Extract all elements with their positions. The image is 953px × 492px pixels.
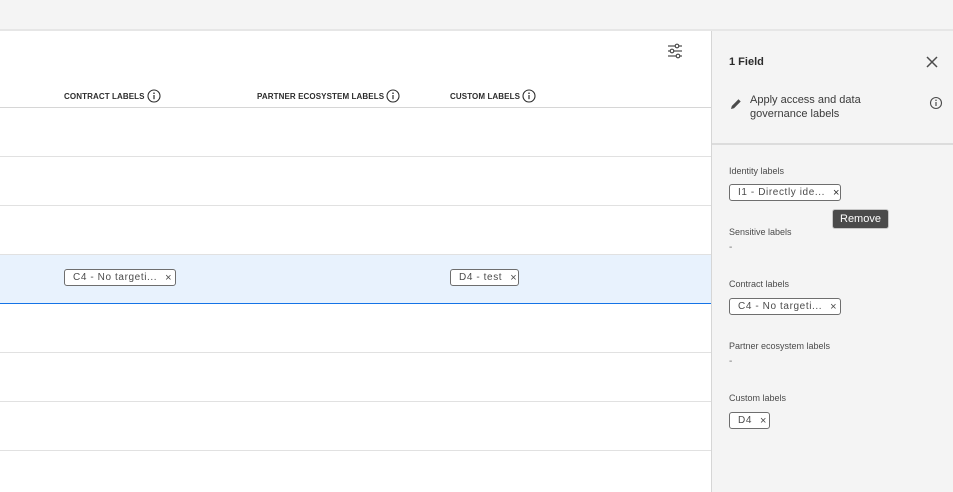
table-row[interactable]	[0, 206, 711, 255]
panel-divider	[712, 143, 953, 145]
remove-x-icon[interactable]: ×	[157, 272, 172, 284]
table-row[interactable]	[0, 402, 711, 451]
remove-x-icon[interactable]: ×	[752, 415, 767, 427]
column-header-custom-labels[interactable]: CUSTOM LABELS	[450, 89, 536, 103]
remove-x-icon[interactable]: ×	[502, 272, 517, 284]
table-row-selected[interactable]: C4 - No targeti... × D4 - test ×	[0, 255, 711, 304]
column-header-label: CUSTOM LABELS	[450, 91, 521, 101]
column-header-contract-labels[interactable]: CONTRACT LABELS	[64, 89, 161, 103]
close-icon	[926, 56, 938, 68]
table-row[interactable]	[0, 108, 711, 157]
custom-labels-heading: Custom labels	[729, 393, 787, 403]
table-row[interactable]	[0, 304, 711, 353]
info-icon[interactable]	[147, 89, 161, 103]
table-area: CONTRACT LABELS PARTNER ECOSYSTEM LABELS…	[0, 31, 712, 492]
field-properties-panel: 1 Field Apply access and data governance…	[712, 31, 953, 492]
tag-label: D4	[738, 415, 752, 426]
sensitive-labels-heading: Sensitive labels	[729, 227, 792, 237]
contract-label-tag[interactable]: C4 - No targeti... ×	[729, 298, 841, 315]
contract-labels-heading: Contract labels	[729, 279, 790, 289]
tag-label: C4 - No targeti...	[73, 272, 158, 283]
panel-title: 1 Field	[729, 56, 764, 68]
apply-labels-text: Apply access and data governance labels	[750, 94, 861, 120]
partner-ecosystem-labels-heading: Partner ecosystem labels	[729, 341, 831, 351]
custom-label-tag[interactable]: D4 ×	[729, 412, 770, 429]
filter-settings-button[interactable]	[665, 41, 685, 61]
column-header-label: CONTRACT LABELS	[64, 91, 145, 101]
tag-label: C4 - No targeti...	[738, 301, 823, 312]
table-row[interactable]	[0, 353, 711, 402]
remove-x-icon[interactable]: ×	[825, 187, 840, 199]
sensitive-labels-empty: -	[729, 242, 733, 253]
column-header-partner-ecosystem-labels[interactable]: PARTNER ECOSYSTEM LABELS	[257, 89, 400, 103]
remove-x-icon[interactable]: ×	[822, 301, 837, 313]
remove-tooltip: Remove	[832, 209, 889, 229]
tag-label: D4 - test	[459, 272, 503, 283]
identity-label-tag[interactable]: I1 - Directly ide... ×	[729, 184, 841, 201]
info-icon[interactable]	[929, 96, 943, 110]
filter-settings-icon	[668, 43, 682, 59]
top-bar	[0, 0, 953, 31]
table-row[interactable]	[0, 157, 711, 206]
pencil-icon	[731, 99, 741, 109]
close-panel-button[interactable]	[924, 54, 940, 70]
custom-label-tag[interactable]: D4 - test ×	[450, 269, 519, 286]
tag-label: I1 - Directly ide...	[738, 187, 826, 198]
column-header-label: PARTNER ECOSYSTEM LABELS	[257, 91, 385, 101]
identity-labels-heading: Identity labels	[729, 166, 785, 176]
info-icon[interactable]	[522, 89, 536, 103]
partner-ecosystem-labels-empty: -	[729, 356, 733, 367]
contract-label-tag[interactable]: C4 - No targeti... ×	[64, 269, 176, 286]
info-icon[interactable]	[386, 89, 400, 103]
